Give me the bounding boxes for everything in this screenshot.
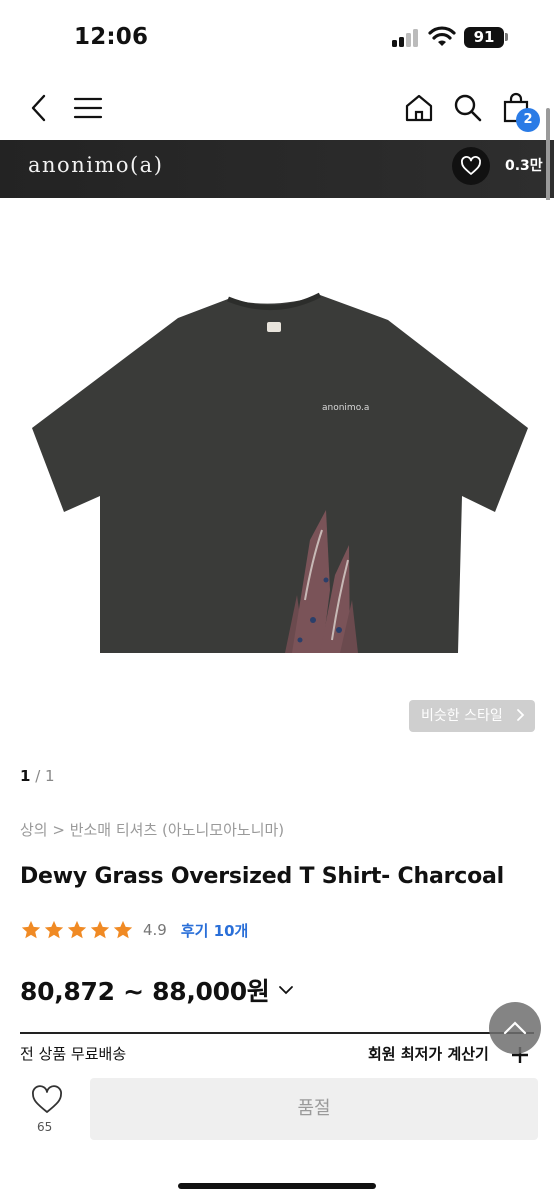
back-chevron-icon[interactable]: [24, 92, 56, 124]
t-shirt-image: anonimo.a: [32, 292, 528, 653]
pager-total: / 1: [35, 767, 55, 785]
scroll-to-top-button[interactable]: [489, 1002, 541, 1054]
price-row[interactable]: 80,872 ~ 88,000원: [20, 972, 294, 1008]
member-price-calculator-link[interactable]: 회원 최저가 계산기: [368, 1043, 489, 1064]
rating-value: 4.9: [143, 921, 167, 939]
breadcrumb[interactable]: 상의 > 반소매 티셔츠 (아노니모아노니마): [20, 819, 284, 840]
status-bar: 12:06 91: [0, 0, 554, 72]
review-link[interactable]: 후기 10개: [181, 920, 249, 941]
brand-like-button[interactable]: [452, 147, 490, 185]
price-range: 80,872 ~ 88,000원: [20, 977, 270, 1006]
star-icon: [113, 920, 133, 939]
similar-style-label: 비슷한 스타일: [421, 708, 503, 724]
status-time: 12:06: [74, 24, 149, 50]
signal-icon: [392, 29, 420, 47]
soldout-button[interactable]: 품절: [90, 1078, 538, 1140]
chevron-down-icon[interactable]: [278, 982, 294, 998]
heart-icon: [461, 156, 481, 175]
like-count: 65: [37, 1120, 53, 1134]
brand-like-count: 0.3만: [505, 158, 543, 174]
star-icon: [90, 920, 110, 939]
similar-style-button[interactable]: 비슷한 스타일: [409, 700, 535, 732]
cart-count-badge: 2: [516, 108, 540, 132]
free-shipping-label: 전 상품 무료배송: [20, 1045, 127, 1063]
section-divider: [20, 1032, 534, 1034]
star-rating: [20, 919, 135, 941]
search-icon[interactable]: [452, 92, 484, 124]
battery-indicator: 91: [464, 27, 504, 48]
shirt-print-text: anonimo.a: [322, 403, 369, 413]
top-nav: [0, 80, 554, 136]
pager-current: 1: [20, 767, 31, 785]
star-icon: [21, 920, 41, 939]
heart-icon[interactable]: [30, 1084, 64, 1116]
star-icon: [67, 920, 87, 939]
product-image[interactable]: anonimo.a: [0, 200, 554, 745]
chevron-up-icon: [503, 1021, 527, 1035]
rating-row: 4.9 후기 10개: [20, 917, 248, 943]
wifi-icon: [428, 26, 456, 46]
chevron-right-icon: [517, 709, 525, 721]
battery-tip: [505, 33, 508, 41]
brand-name[interactable]: anonimo(a): [28, 153, 163, 177]
home-indicator: [178, 1183, 376, 1189]
image-pager: 1 / 1: [20, 767, 55, 785]
menu-icon[interactable]: [72, 92, 104, 124]
home-icon[interactable]: [403, 92, 435, 124]
star-icon: [44, 920, 64, 939]
product-title: Dewy Grass Oversized T Shirt- Charcoal: [20, 864, 505, 889]
